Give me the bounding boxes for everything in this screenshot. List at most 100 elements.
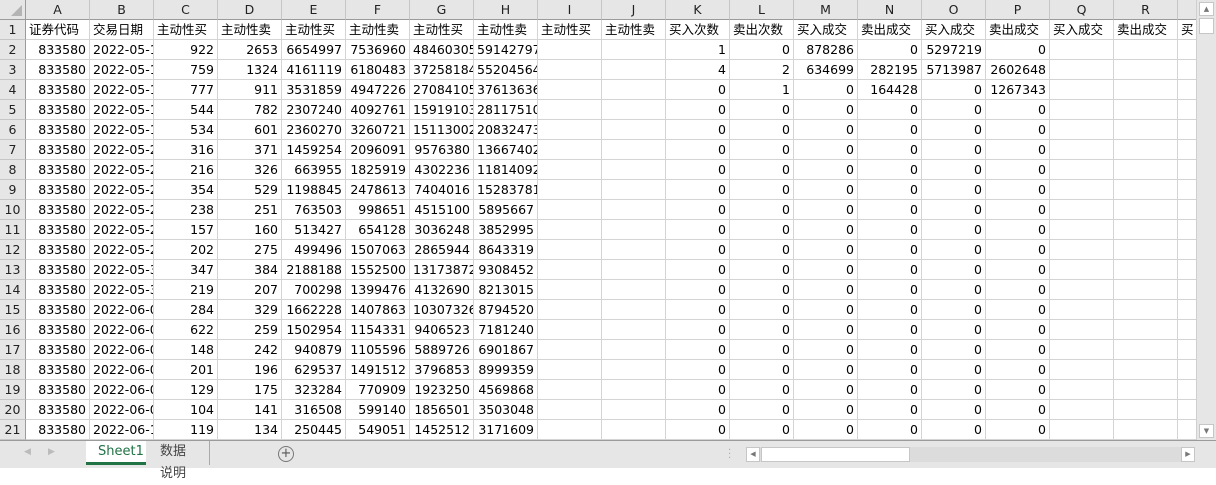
cell-N18[interactable]: 0 xyxy=(858,360,922,380)
cell-K20[interactable]: 0 xyxy=(666,400,730,420)
cell-R19[interactable] xyxy=(1114,380,1178,400)
cell-R9[interactable] xyxy=(1114,180,1178,200)
cell-B9[interactable]: 2022-05-24 xyxy=(90,180,154,200)
cell-R15[interactable] xyxy=(1114,300,1178,320)
row-header-18[interactable]: 18 xyxy=(0,360,26,380)
cell-M13[interactable]: 0 xyxy=(794,260,858,280)
cell-K13[interactable]: 0 xyxy=(666,260,730,280)
vertical-scrollbar[interactable]: ▲ ▼ xyxy=(1196,0,1216,440)
row-header-7[interactable]: 7 xyxy=(0,140,26,160)
cell-M10[interactable]: 0 xyxy=(794,200,858,220)
cell-J7[interactable] xyxy=(602,140,666,160)
header-cell-S[interactable]: 买 xyxy=(1178,20,1196,40)
cell-J20[interactable] xyxy=(602,400,666,420)
cell-A5[interactable]: 833580 xyxy=(26,100,90,120)
cell-B21[interactable]: 2022-06-10 xyxy=(90,420,154,440)
header-cell-D[interactable]: 主动性卖 xyxy=(218,20,282,40)
header-cell-L[interactable]: 卖出次数 xyxy=(730,20,794,40)
cell-B14[interactable]: 2022-05-31 xyxy=(90,280,154,300)
cell-L17[interactable]: 0 xyxy=(730,340,794,360)
cell-G5[interactable]: 15919103 xyxy=(410,100,474,120)
cell-F13[interactable]: 1552500 xyxy=(346,260,410,280)
cell-J8[interactable] xyxy=(602,160,666,180)
cell-N10[interactable]: 0 xyxy=(858,200,922,220)
cell-K10[interactable]: 0 xyxy=(666,200,730,220)
scroll-right-icon[interactable]: ▶ xyxy=(1181,447,1195,462)
cell-J21[interactable] xyxy=(602,420,666,440)
cell-M20[interactable]: 0 xyxy=(794,400,858,420)
cell-E12[interactable]: 499496 xyxy=(282,240,346,260)
cell-E9[interactable]: 1198845 xyxy=(282,180,346,200)
cell-P9[interactable]: 0 xyxy=(986,180,1050,200)
cell-B5[interactable]: 2022-05-18 xyxy=(90,100,154,120)
row-header-19[interactable]: 19 xyxy=(0,380,26,400)
column-header-S[interactable]: S xyxy=(1178,0,1196,20)
cell-R4[interactable] xyxy=(1114,80,1178,100)
cell-H18[interactable]: 8999359 xyxy=(474,360,538,380)
cell-F3[interactable]: 6180483 xyxy=(346,60,410,80)
cell-Q8[interactable] xyxy=(1050,160,1114,180)
cell-K5[interactable]: 0 xyxy=(666,100,730,120)
cell-H5[interactable]: 28117510 xyxy=(474,100,538,120)
cell-L19[interactable]: 0 xyxy=(730,380,794,400)
horizontal-scroll-thumb[interactable] xyxy=(761,447,910,462)
row-header-5[interactable]: 5 xyxy=(0,100,26,120)
cell-C2[interactable]: 922 xyxy=(154,40,218,60)
header-cell-R[interactable]: 卖出成交 xyxy=(1114,20,1178,40)
cell-A10[interactable]: 833580 xyxy=(26,200,90,220)
tab-data-description[interactable]: 数据说明 xyxy=(148,441,210,481)
cell-I15[interactable] xyxy=(538,300,602,320)
cell-R14[interactable] xyxy=(1114,280,1178,300)
cell-P16[interactable]: 0 xyxy=(986,320,1050,340)
cell-Q5[interactable] xyxy=(1050,100,1114,120)
cell-P19[interactable]: 0 xyxy=(986,380,1050,400)
row-header-9[interactable]: 9 xyxy=(0,180,26,200)
cell-D11[interactable]: 160 xyxy=(218,220,282,240)
cell-L11[interactable]: 0 xyxy=(730,220,794,240)
cell-M14[interactable]: 0 xyxy=(794,280,858,300)
cell-C10[interactable]: 238 xyxy=(154,200,218,220)
cell-P14[interactable]: 0 xyxy=(986,280,1050,300)
cell-A7[interactable]: 833580 xyxy=(26,140,90,160)
cell-L7[interactable]: 0 xyxy=(730,140,794,160)
splitter-handle-icon[interactable]: · · · xyxy=(728,446,731,464)
cell-R12[interactable] xyxy=(1114,240,1178,260)
cell-I21[interactable] xyxy=(538,420,602,440)
cell-M11[interactable]: 0 xyxy=(794,220,858,240)
cell-H2[interactable]: 59142797 xyxy=(474,40,538,60)
cell-E18[interactable]: 629537 xyxy=(282,360,346,380)
cell-L12[interactable]: 0 xyxy=(730,240,794,260)
cell-B2[interactable]: 2022-05-13 xyxy=(90,40,154,60)
cell-K14[interactable]: 0 xyxy=(666,280,730,300)
cell-Q4[interactable] xyxy=(1050,80,1114,100)
prev-sheet-icon[interactable]: ◀ xyxy=(24,447,31,457)
cell-R10[interactable] xyxy=(1114,200,1178,220)
cell-L18[interactable]: 0 xyxy=(730,360,794,380)
cell-G6[interactable]: 15113002 xyxy=(410,120,474,140)
column-header-M[interactable]: M xyxy=(794,0,858,20)
cell-O14[interactable]: 0 xyxy=(922,280,986,300)
cell-A15[interactable]: 833580 xyxy=(26,300,90,320)
cell-D2[interactable]: 2653 xyxy=(218,40,282,60)
cell-R18[interactable] xyxy=(1114,360,1178,380)
cell-O19[interactable]: 0 xyxy=(922,380,986,400)
cell-J19[interactable] xyxy=(602,380,666,400)
cell-P15[interactable]: 0 xyxy=(986,300,1050,320)
cell-Q16[interactable] xyxy=(1050,320,1114,340)
cell-C17[interactable]: 148 xyxy=(154,340,218,360)
column-header-K[interactable]: K xyxy=(666,0,730,20)
cell-J18[interactable] xyxy=(602,360,666,380)
header-cell-I[interactable]: 主动性买 xyxy=(538,20,602,40)
row-header-11[interactable]: 11 xyxy=(0,220,26,240)
cell-L21[interactable]: 0 xyxy=(730,420,794,440)
cell-P12[interactable]: 0 xyxy=(986,240,1050,260)
column-header-D[interactable]: D xyxy=(218,0,282,20)
cell-C21[interactable]: 119 xyxy=(154,420,218,440)
cell-Q11[interactable] xyxy=(1050,220,1114,240)
cell-N19[interactable]: 0 xyxy=(858,380,922,400)
cell-E4[interactable]: 3531859 xyxy=(282,80,346,100)
column-header-J[interactable]: J xyxy=(602,0,666,20)
cell-B16[interactable]: 2022-06-02 xyxy=(90,320,154,340)
cell-K3[interactable]: 4 xyxy=(666,60,730,80)
cell-M4[interactable]: 0 xyxy=(794,80,858,100)
